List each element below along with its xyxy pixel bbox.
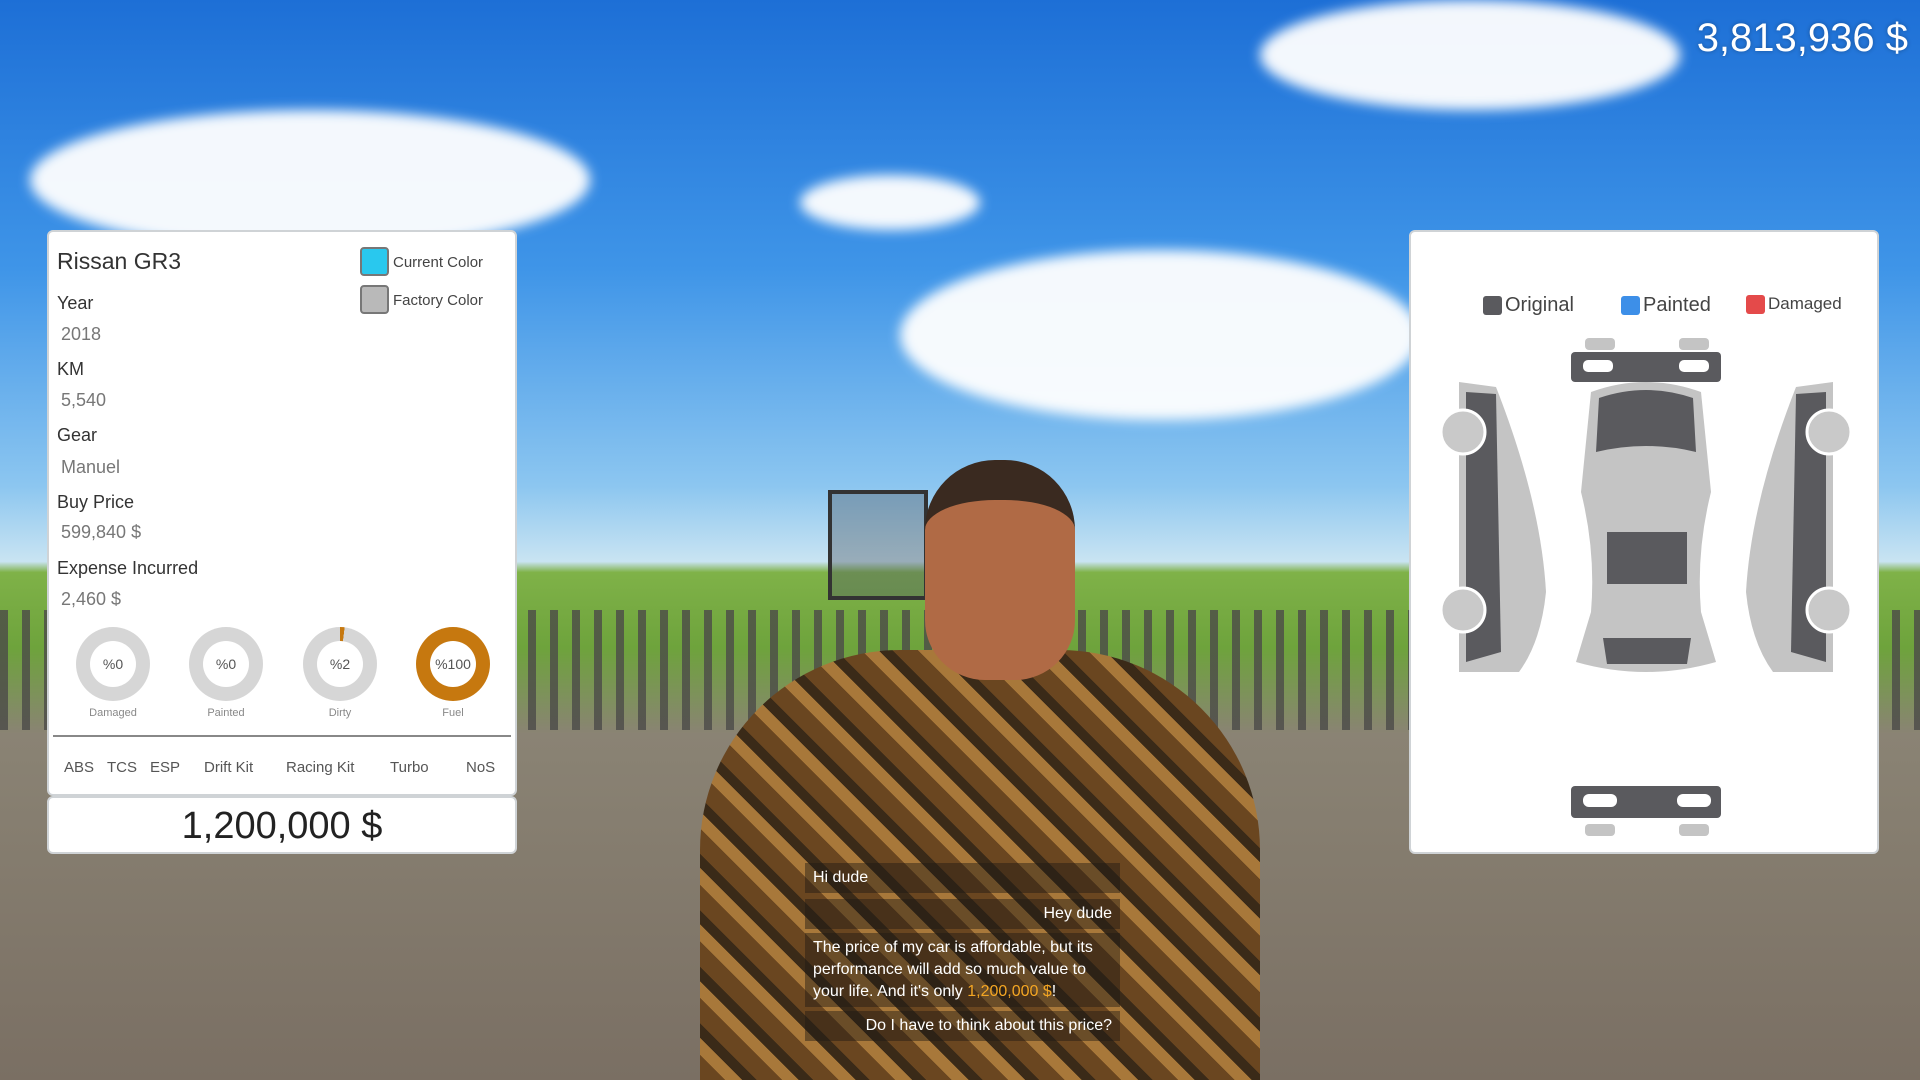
painted-gauge-label: Painted: [207, 707, 245, 719]
expense-label: Expense Incurred: [57, 558, 199, 578]
car-parts-diagram: [1439, 338, 1853, 836]
gear-value: Manuel: [61, 457, 121, 477]
bus-stop: [828, 490, 928, 600]
feature-racing-kit: Racing Kit: [286, 759, 355, 776]
gear-label: Gear: [57, 425, 98, 445]
sale-price: 1,200,000 $: [47, 796, 517, 854]
dirty-gauge-text: %2: [317, 641, 363, 687]
offer-price: 1,200,000 $: [967, 983, 1052, 1000]
damaged-gauge-text: %0: [90, 641, 136, 687]
dirty-gauge: %2: [303, 627, 377, 701]
feature-esp: ESP: [150, 759, 181, 776]
cloud: [1260, 0, 1680, 110]
dirty-gauge-label: Dirty: [328, 707, 352, 719]
km-value: 5,540: [61, 390, 107, 410]
damaged-gauge: %0: [76, 627, 150, 701]
npc-head: [925, 460, 1075, 680]
left-front-wheel: [1439, 408, 1487, 456]
front-bumper[interactable]: [1571, 352, 1721, 382]
dialog-option-think-price[interactable]: Do I have to think about this price?: [805, 1011, 1120, 1041]
fuel-gauge-text: %100: [430, 641, 476, 687]
car-info-panel: Rissan GR3 Current Color Factory Color Y…: [47, 230, 517, 796]
cloud: [800, 175, 980, 230]
buy-price-label: Buy Price: [57, 492, 135, 512]
fuel-gauge-label: Fuel: [442, 707, 464, 719]
divider: [53, 735, 511, 737]
player-message: Hey dude: [805, 899, 1120, 929]
year-value: 2018: [61, 324, 102, 344]
trunk[interactable]: [1603, 638, 1691, 664]
year-label: Year: [57, 293, 94, 313]
npc-offer-end: !: [1051, 983, 1057, 1000]
feature-abs: ABS: [64, 759, 95, 776]
current-color-label: Current Color: [393, 254, 484, 271]
painted-gauge-text: %0: [203, 641, 249, 687]
current-color-swatch: [360, 247, 389, 276]
feature-drift-kit: Drift Kit: [204, 759, 254, 776]
rear-bumper[interactable]: [1571, 786, 1721, 818]
right-rear-wheel: [1805, 586, 1853, 634]
km-label: KM: [57, 359, 84, 379]
feature-turbo: Turbo: [390, 759, 429, 776]
left-rear-wheel: [1439, 586, 1487, 634]
feature-tcs: TCS: [107, 759, 137, 776]
hood[interactable]: [1596, 390, 1696, 452]
expense-value: 2,460 $: [61, 589, 122, 609]
car-name: Rissan GR3: [57, 248, 181, 274]
factory-color-label: Factory Color: [393, 292, 484, 309]
right-front-wheel: [1805, 408, 1853, 456]
npc-message: Hi dude: [805, 863, 1120, 893]
fuel-gauge: %100: [416, 627, 490, 701]
npc-offer-message: The price of my car is affordable, but i…: [805, 933, 1120, 1007]
car-damage-panel: Original Painted Damaged: [1409, 230, 1879, 854]
cloud: [30, 110, 590, 250]
cloud: [900, 250, 1420, 420]
feature-nos: NoS: [466, 759, 496, 776]
factory-color-swatch: [360, 285, 389, 314]
buy-price-value: 599,840 $: [61, 522, 142, 542]
painted-gauge: %0: [189, 627, 263, 701]
roof[interactable]: [1607, 532, 1687, 584]
damaged-gauge-label: Damaged: [89, 707, 137, 719]
player-money: 3,813,936 $: [1696, 16, 1908, 60]
